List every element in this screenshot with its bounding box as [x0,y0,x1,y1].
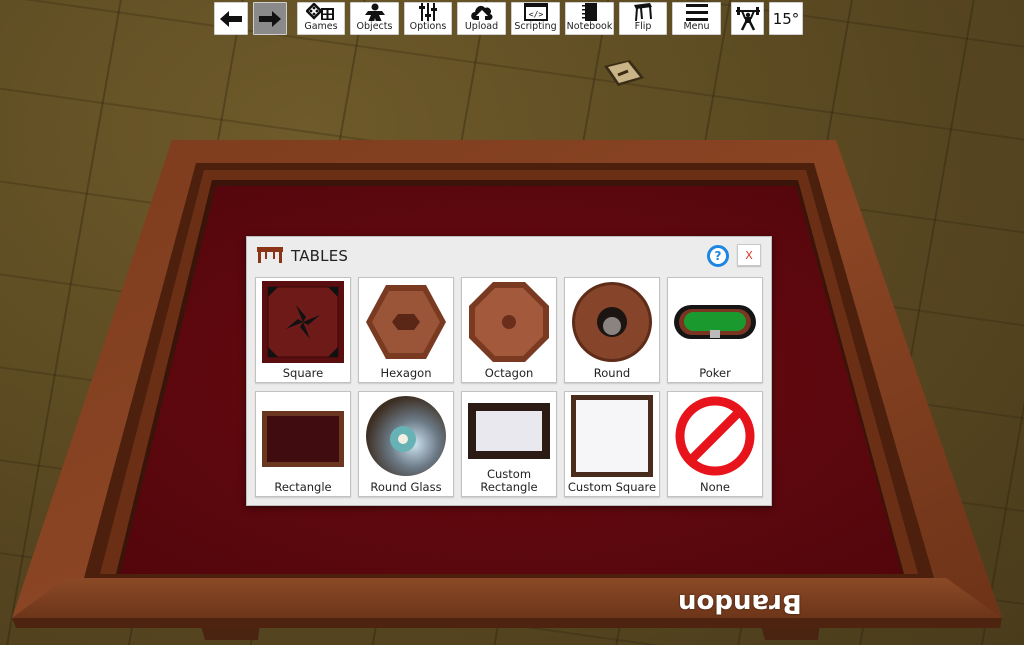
games-label: Games [304,21,338,32]
table-option-custom-rectangle[interactable]: Custom Rectangle [461,391,557,497]
hamburger-menu-icon [685,4,708,21]
code-window-icon: </> [523,3,548,21]
help-button[interactable]: ? [707,245,729,267]
arrow-left-icon [220,10,242,27]
table-option-round-glass[interactable]: Round Glass [358,391,454,497]
player-name-label: Brandon [678,588,802,618]
upload-label: Upload [464,21,499,32]
sliders-icon [419,3,437,21]
flip-table-icon [634,3,652,21]
arrow-right-icon [259,10,281,27]
poker-table-thumb [674,305,756,339]
tile-label: Custom Square [567,480,657,494]
objects-label: Objects [356,21,393,32]
tile-label: Rectangle [274,480,332,494]
upload-cloud-icon [470,5,493,20]
table-option-round[interactable]: Round [564,277,660,383]
notebook-label: Notebook [566,21,613,32]
dice-icon [306,3,334,20]
custom-square-table-thumb [571,395,653,477]
weightlifter-icon [735,6,760,31]
meeple-icon [364,3,385,21]
menu-button[interactable]: Menu [672,2,721,35]
scripting-button[interactable]: </> Scripting [511,2,560,35]
help-icon: ? [714,249,722,263]
table-option-rectangle[interactable]: Rectangle [255,391,351,497]
svg-text:</>: </> [528,10,543,19]
square-table-thumb [262,281,344,363]
round-glass-table-thumb [366,396,446,476]
table-option-hexagon[interactable]: Hexagon [358,277,454,383]
options-button[interactable]: Options [404,2,452,35]
flip-label: Flip [634,21,652,32]
table-option-custom-square[interactable]: Custom Square [564,391,660,497]
tile-label: Octagon [484,366,534,380]
tile-label: Custom Rectangle [480,467,538,494]
round-table-thumb [572,282,652,362]
scripting-label: Scripting [514,21,557,32]
tile-label: Poker [699,366,731,380]
notebook-icon [581,3,597,21]
objects-button[interactable]: Objects [350,2,399,35]
tile-label: None [699,480,730,494]
tables-dialog: TABLES ? X Square Hexagon Octagon Round … [246,236,772,506]
tile-label: Round [593,366,631,380]
close-icon: X [745,248,753,262]
hexagon-table-thumb [366,285,446,359]
custom-rectangle-table-thumb [468,403,550,459]
close-button[interactable]: X [737,244,761,266]
flip-button[interactable]: Flip [619,2,667,35]
games-button[interactable]: Games [297,2,345,35]
menu-label: Menu [683,21,710,32]
table-icon [257,247,283,263]
tile-label: Hexagon [380,366,432,380]
table-option-none[interactable]: None [667,391,763,497]
table-option-poker[interactable]: Poker [667,277,763,383]
table-option-octagon[interactable]: Octagon [461,277,557,383]
rectangle-table-thumb [262,411,344,467]
notebook-button[interactable]: Notebook [565,2,614,35]
none-prohibited-icon [675,396,755,476]
dialog-title: TABLES [291,247,349,265]
octagon-table-thumb [469,282,549,362]
rotation-value: 15° [772,9,800,28]
rotation-snap-button[interactable]: 15° [769,2,803,35]
forward-button[interactable] [253,2,287,35]
options-label: Options [409,21,447,32]
upload-button[interactable]: Upload [457,2,506,35]
lift-height-button[interactable] [731,2,764,35]
table-option-square[interactable]: Square [255,277,351,383]
tile-label: Square [282,366,324,380]
tile-label: Round Glass [370,480,442,494]
back-button[interactable] [214,2,248,35]
